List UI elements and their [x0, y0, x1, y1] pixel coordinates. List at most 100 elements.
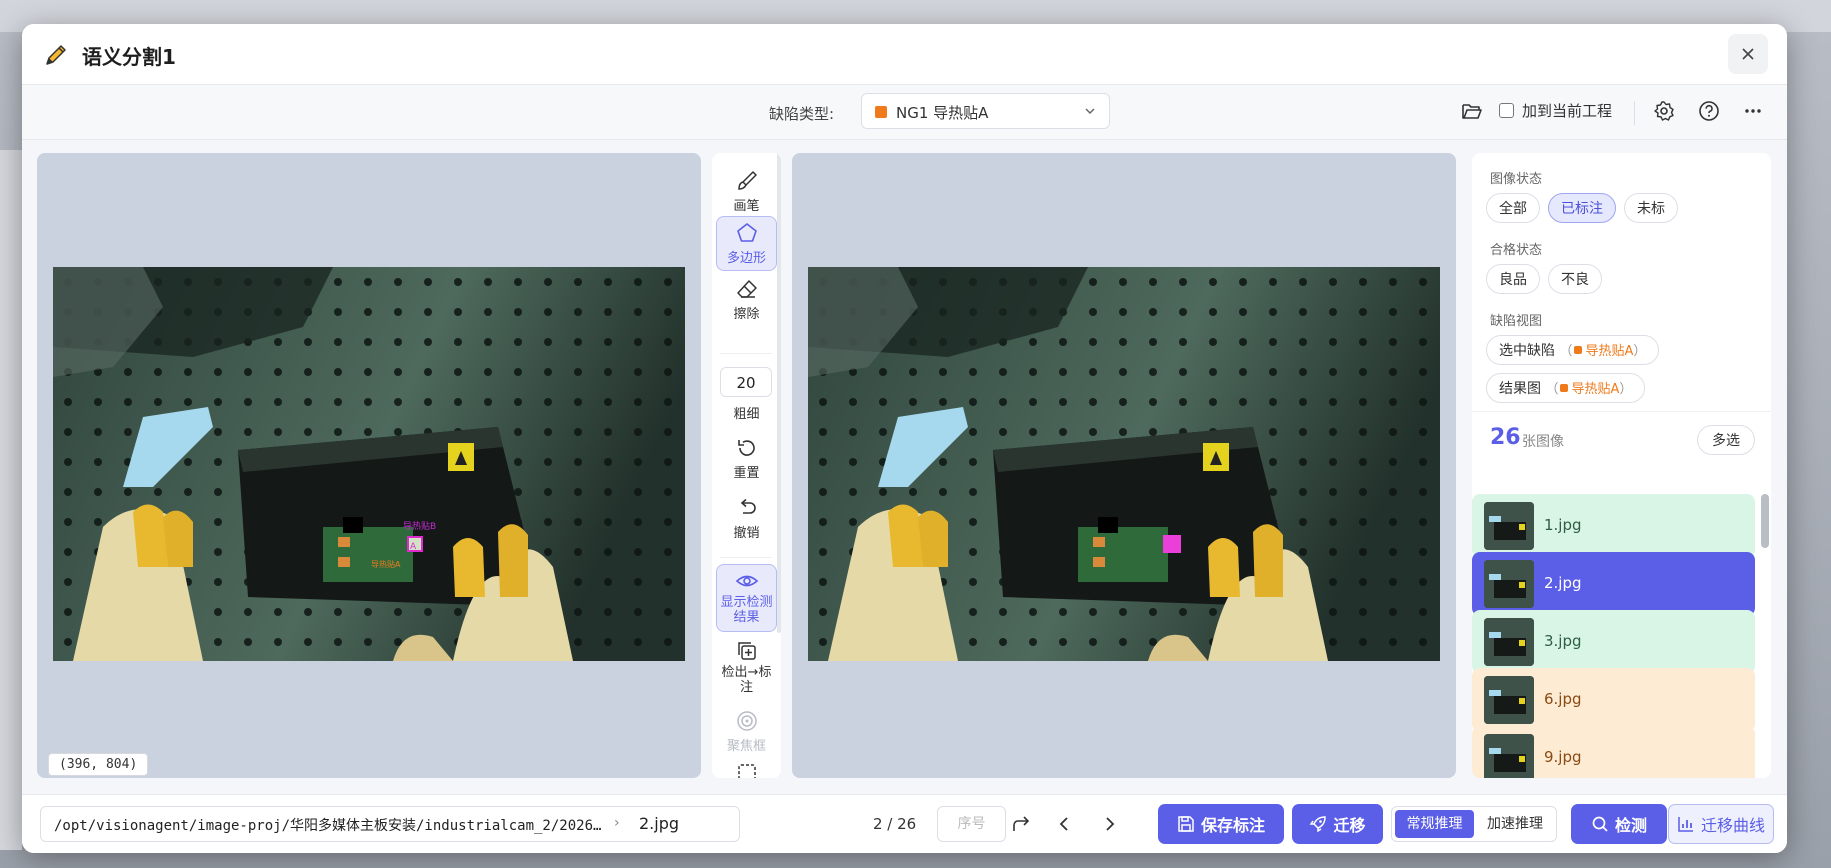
sequence-input[interactable]: 序号 — [937, 806, 1006, 842]
defect-color-dot — [1560, 384, 1569, 392]
pentagon-icon — [736, 223, 757, 242]
image-list-item[interactable]: 1.jpg — [1472, 494, 1755, 558]
file-name: 2.jpg — [639, 814, 680, 833]
top-toolbar: 缺陷类型: NG1 导热贴A 加到当前工程 — [22, 85, 1787, 140]
svg-text:A: A — [410, 542, 417, 552]
copy-add-icon — [737, 642, 756, 660]
detect-to-label-tool[interactable]: 检出→标注 — [716, 639, 777, 705]
help-icon — [1699, 101, 1719, 121]
image-thumbnail — [1484, 676, 1534, 724]
erase-label: 擦除 — [733, 307, 760, 322]
image-count-suffix: 张图像 — [1522, 434, 1564, 450]
undo-tool[interactable]: 撤销 — [716, 496, 777, 544]
filter-labeled[interactable]: 已标注 — [1548, 193, 1616, 223]
folder-icon — [1462, 104, 1482, 119]
migrate-curve-label: 迁移曲线 — [1700, 816, 1765, 835]
close-icon — [1742, 48, 1754, 60]
annotated-image[interactable]: A 导热贴B 导热贴A — [53, 267, 685, 661]
selected-defect-value: 导热贴A — [1585, 344, 1634, 359]
pass-status-label: 合格状态 — [1490, 243, 1543, 258]
jump-button[interactable] — [1009, 812, 1033, 836]
filter-good[interactable]: 良品 — [1486, 264, 1540, 294]
filter-all[interactable]: 全部 — [1486, 193, 1540, 223]
close-button[interactable] — [1728, 34, 1768, 74]
brush-tool[interactable]: 画笔 — [716, 169, 777, 219]
tools-divider — [720, 557, 772, 558]
brush-icon — [737, 171, 757, 190]
paren-open: （ — [1559, 344, 1573, 359]
redo-arrow-icon — [1013, 816, 1030, 831]
undo-icon — [740, 498, 756, 514]
chevron-left-icon — [1059, 817, 1068, 831]
dialog-title: 语义分割1 — [82, 45, 176, 69]
filter-unlabeled[interactable]: 未标 — [1624, 193, 1678, 223]
image-name: 9.jpg — [1544, 748, 1582, 766]
polygon-tool[interactable]: 多边形 — [716, 216, 777, 271]
tools-scrollbar[interactable] — [777, 153, 781, 633]
eye-icon — [735, 575, 758, 587]
defect-type-value: NG1 导热贴A — [896, 104, 989, 122]
brush-size-input[interactable]: 20 — [720, 367, 772, 397]
reset-label: 重置 — [733, 466, 760, 481]
image-name: 6.jpg — [1544, 690, 1582, 708]
focus-box-tool[interactable]: 聚焦框 — [716, 709, 777, 755]
save-annotation-button[interactable]: 保存标注 — [1158, 804, 1284, 844]
multi-select-button[interactable]: 多选 — [1697, 425, 1755, 455]
pencil-icon — [42, 41, 70, 69]
settings-button[interactable] — [1651, 98, 1677, 124]
detect-button[interactable]: 检测 — [1571, 804, 1667, 844]
image-list-item[interactable]: 6.jpg — [1472, 668, 1755, 732]
focus-box-label: 聚焦框 — [726, 739, 766, 754]
inference-mode-toggle[interactable]: 常规推理 加速推理 — [1391, 806, 1557, 842]
brush-size-label: 粗细 — [716, 403, 777, 423]
image-filter-panel: 图像状态 全部 已标注 未标 合格状态 良品 不良 缺陷视图 选中缺陷 （ 导热贴… — [1472, 153, 1771, 778]
defect-color-dot — [1574, 346, 1583, 354]
save-annotation-label: 保存标注 — [1200, 816, 1265, 835]
gear-icon — [1654, 101, 1674, 121]
image-list-item[interactable]: 9.jpg — [1472, 726, 1755, 778]
result-map-label: 结果图 — [1499, 381, 1541, 397]
migrate-button[interactable]: 迁移 — [1292, 804, 1383, 844]
result-canvas[interactable] — [792, 153, 1456, 778]
result-image — [808, 267, 1440, 661]
help-button[interactable] — [1696, 98, 1722, 124]
show-result-toggle[interactable]: 显示检测结果 — [716, 564, 777, 632]
normal-inference-option[interactable]: 常规推理 — [1395, 810, 1474, 838]
result-map-view[interactable]: 结果图 （ 导热贴A） — [1486, 373, 1646, 403]
toolbar-divider — [1634, 101, 1635, 125]
image-list-item[interactable]: 3.jpg — [1472, 610, 1755, 674]
reset-tool[interactable]: 重置 — [716, 436, 777, 484]
image-list-scrollbar[interactable] — [1761, 494, 1769, 548]
detect-to-label-label: 检出→标注 — [721, 665, 772, 695]
next-image-button[interactable] — [1097, 812, 1121, 836]
svg-text:导热贴B: 导热贴B — [403, 520, 436, 532]
migrate-curve-button[interactable]: 迁移曲线 — [1668, 804, 1774, 844]
erase-tool[interactable]: 擦除 — [716, 277, 777, 327]
size-label: 粗细 — [733, 407, 760, 422]
image-list-item-selected[interactable]: 2.jpg — [1472, 552, 1755, 616]
add-to-project-checkbox[interactable]: 加到当前工程 — [1499, 100, 1612, 121]
eraser-icon — [736, 280, 757, 298]
chevron-down-icon — [1085, 108, 1095, 115]
crop-tool[interactable] — [716, 761, 777, 778]
rocket-icon — [1310, 816, 1327, 833]
defect-color-swatch — [875, 106, 887, 118]
image-count: 26 — [1490, 425, 1521, 450]
selected-defect-view[interactable]: 选中缺陷 （ 导热贴A） — [1486, 335, 1660, 365]
search-icon — [1592, 816, 1608, 832]
annotation-canvas[interactable]: A 导热贴B 导热贴A (396, 804) — [37, 153, 701, 778]
more-button[interactable] — [1740, 98, 1766, 124]
paren-close: ） — [1633, 344, 1647, 359]
annotation-tools: 画笔 多边形 擦除 20 粗细 重置 撤销 显示检测结果 检出→标注 聚焦框 — [712, 153, 781, 778]
fast-inference-option[interactable]: 加速推理 — [1477, 810, 1553, 838]
filter-bad[interactable]: 不良 — [1548, 264, 1602, 294]
detect-label: 检测 — [1614, 816, 1647, 835]
polygon-label: 多边形 — [726, 251, 766, 266]
checkbox-box[interactable] — [1499, 103, 1514, 118]
svg-text:导热贴A: 导热贴A — [371, 559, 401, 569]
open-folder-button[interactable] — [1459, 98, 1485, 124]
prev-image-button[interactable] — [1053, 812, 1077, 836]
defect-type-select[interactable]: NG1 导热贴A — [861, 93, 1110, 129]
image-thumbnail — [1484, 502, 1534, 550]
file-path-field[interactable]: /opt/visionagent/image-proj/华阳多媒体主板安装/in… — [40, 806, 740, 842]
